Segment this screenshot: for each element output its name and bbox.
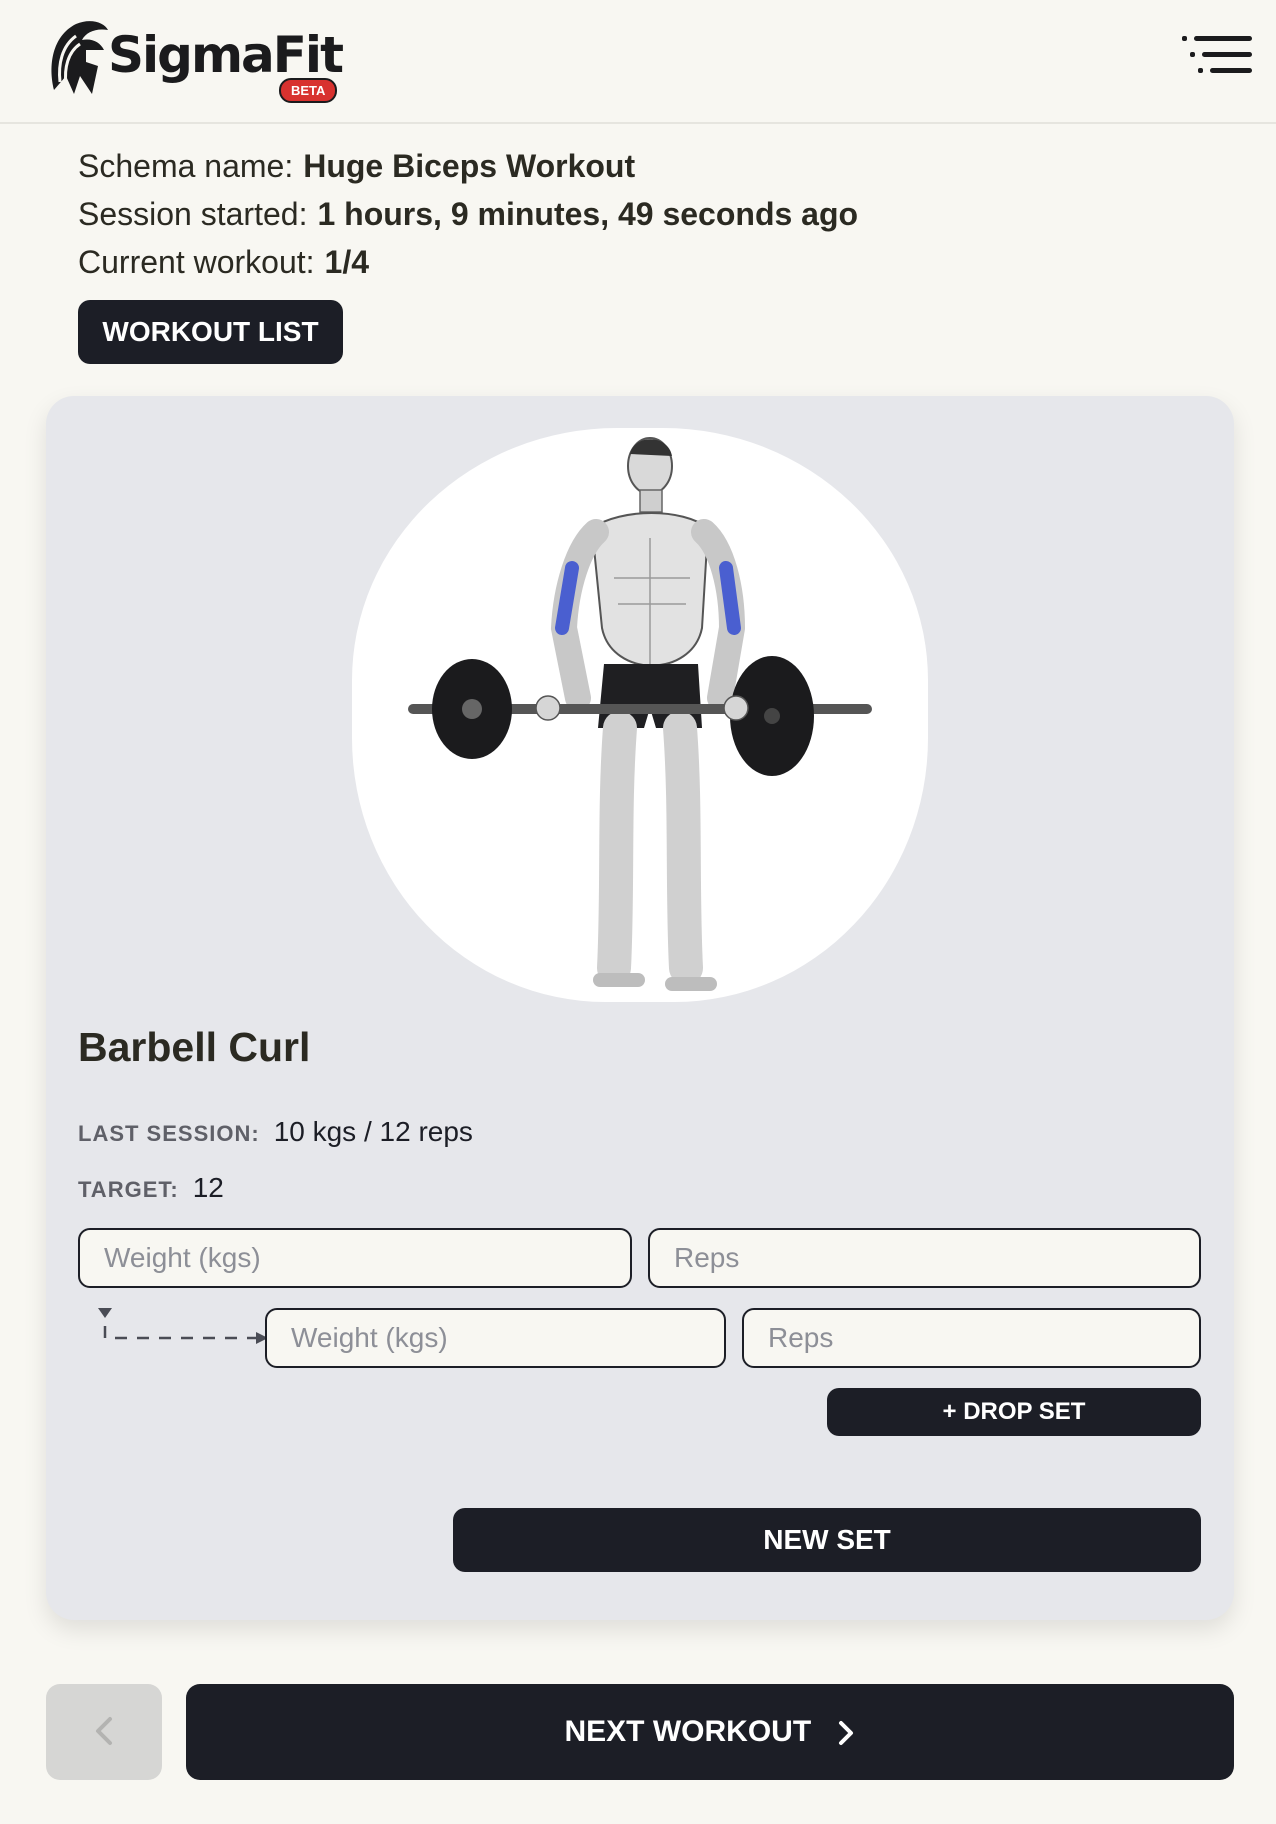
current-workout-value: 1/4 — [324, 244, 370, 280]
current-workout-label: Current workout: — [78, 244, 315, 280]
session-started-label: Session started: — [78, 196, 308, 232]
drop-set-arrow-icon — [98, 1308, 268, 1344]
drop-reps-input[interactable] — [742, 1308, 1201, 1368]
schema-name-row: Schema name: Huge Biceps Workout — [78, 142, 858, 190]
session-started-value: 1 hours, 9 minutes, 49 seconds ago — [317, 196, 859, 232]
menu-button[interactable] — [1182, 32, 1254, 84]
chevron-left-icon — [96, 1716, 112, 1745]
next-workout-button[interactable]: NEXT WORKOUT — [186, 1684, 1234, 1780]
last-session-value: 10 kgs / 12 reps — [273, 1116, 473, 1147]
barbell-curl-figure-icon — [408, 437, 872, 991]
previous-workout-button[interactable] — [46, 1684, 162, 1780]
last-session-row: LAST SESSION: 10 kgs / 12 reps — [78, 1116, 473, 1148]
target-row: TARGET: 12 — [78, 1172, 224, 1204]
menu-lines-icon — [1182, 36, 1252, 73]
drop-weight-input[interactable] — [265, 1308, 726, 1368]
chevron-right-icon — [838, 1721, 853, 1746]
schema-name-label: Schema name: — [78, 148, 294, 184]
logo-text: SigmaFit — [108, 26, 344, 84]
workout-list-button[interactable]: WORKOUT LIST — [78, 300, 343, 364]
sigmafit-logo[interactable]: SigmaFit BETA — [46, 16, 346, 103]
spartan-helmet-icon — [51, 21, 108, 94]
reps-input[interactable] — [648, 1228, 1201, 1288]
next-workout-label: NEXT WORKOUT — [564, 1715, 812, 1748]
session-started-row: Session started: 1 hours, 9 minutes, 49 s… — [78, 190, 858, 238]
exercise-card: Barbell Curl LAST SESSION: 10 kgs / 12 re… — [46, 396, 1234, 1620]
target-value: 12 — [192, 1172, 224, 1203]
session-info: Schema name: Huge Biceps Workout Session … — [78, 142, 858, 286]
last-session-label: LAST SESSION: — [78, 1121, 260, 1146]
new-set-button[interactable]: NEW SET — [453, 1508, 1201, 1572]
exercise-name: Barbell Curl — [78, 1024, 311, 1070]
schema-name-value: Huge Biceps Workout — [303, 148, 636, 184]
add-drop-set-button[interactable]: + DROP SET — [827, 1388, 1201, 1436]
target-label: TARGET: — [78, 1177, 179, 1202]
current-workout-row: Current workout: 1/4 — [78, 238, 858, 286]
beta-badge: BETA — [279, 78, 338, 103]
app-header: SigmaFit BETA — [0, 0, 1276, 124]
weight-input[interactable] — [78, 1228, 632, 1288]
exercise-illustration — [352, 428, 928, 1002]
